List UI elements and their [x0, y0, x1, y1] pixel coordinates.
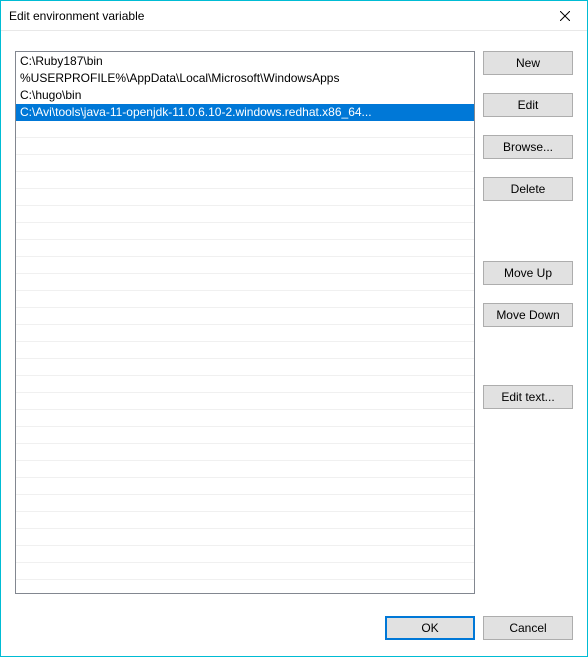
cancel-button[interactable]: Cancel: [483, 616, 573, 640]
list-item[interactable]: %USERPROFILE%\AppData\Local\Microsoft\Wi…: [16, 70, 474, 87]
ok-button[interactable]: OK: [385, 616, 475, 640]
dialog-content: C:\Ruby187\bin%USERPROFILE%\AppData\Loca…: [1, 31, 587, 656]
edit-button[interactable]: Edit: [483, 93, 573, 117]
main-row: C:\Ruby187\bin%USERPROFILE%\AppData\Loca…: [15, 51, 573, 594]
path-listbox[interactable]: C:\Ruby187\bin%USERPROFILE%\AppData\Loca…: [15, 51, 475, 594]
list-inner: C:\Ruby187\bin%USERPROFILE%\AppData\Loca…: [16, 52, 474, 593]
list-item[interactable]: C:\hugo\bin: [16, 87, 474, 104]
delete-button[interactable]: Delete: [483, 177, 573, 201]
window-title: Edit environment variable: [9, 9, 542, 23]
edit-text-button[interactable]: Edit text...: [483, 385, 573, 409]
dialog-footer: OK Cancel: [15, 594, 573, 642]
titlebar: Edit environment variable: [1, 1, 587, 31]
close-button[interactable]: [542, 1, 587, 31]
move-up-button[interactable]: Move Up: [483, 261, 573, 285]
close-icon: [560, 11, 570, 21]
button-column: New Edit Browse... Delete Move Up Move D…: [483, 51, 573, 594]
new-button[interactable]: New: [483, 51, 573, 75]
list-item[interactable]: C:\Ruby187\bin: [16, 53, 474, 70]
list-item[interactable]: C:\Avi\tools\java-11-openjdk-11.0.6.10-2…: [16, 104, 474, 121]
browse-button[interactable]: Browse...: [483, 135, 573, 159]
move-down-button[interactable]: Move Down: [483, 303, 573, 327]
